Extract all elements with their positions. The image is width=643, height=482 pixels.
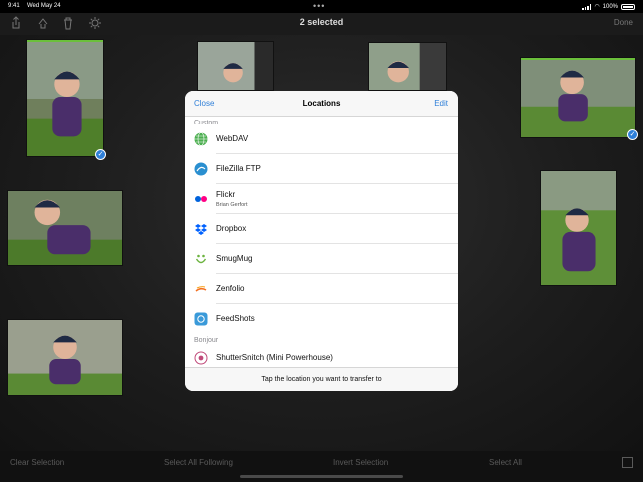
status-bar: 9:41 Wed May 24 ••• ◠ 100% bbox=[0, 0, 643, 13]
battery-icon bbox=[621, 3, 635, 10]
location-row-shuttersnitch[interactable]: ShutterSnitch (Mini Powerhouse) bbox=[185, 347, 458, 369]
modal-header: Close Locations Edit bbox=[185, 91, 458, 117]
dropbox-icon bbox=[195, 224, 207, 235]
location-row-webdav[interactable]: WebDAV bbox=[185, 124, 458, 154]
location-label: SmugMug bbox=[216, 254, 253, 263]
location-account: Brian Gerfort bbox=[216, 202, 248, 208]
location-label: FileZilla FTP bbox=[216, 164, 261, 173]
selected-checkmark-icon: ✓ bbox=[627, 129, 638, 140]
location-label: ShutterSnitch (Mini Powerhouse) bbox=[216, 353, 333, 362]
photo-thumbnail[interactable] bbox=[520, 57, 636, 138]
location-row-smugmug[interactable]: SmugMug bbox=[185, 244, 458, 274]
location-row-dropbox[interactable]: Dropbox bbox=[185, 214, 458, 244]
photo-thumbnail[interactable] bbox=[7, 190, 123, 266]
smugmug-icon bbox=[195, 254, 207, 264]
location-label: Dropbox bbox=[216, 224, 247, 233]
transfer-hint: Tap the location you want to transfer to bbox=[185, 367, 458, 391]
flickr-icon bbox=[195, 196, 207, 202]
home-indicator bbox=[240, 475, 403, 478]
photo-thumbnail[interactable] bbox=[368, 42, 447, 91]
location-row-zenfolio[interactable]: Zenfolio bbox=[185, 274, 458, 304]
shuttersnitch-icon bbox=[194, 351, 208, 365]
selection-indicator bbox=[521, 58, 635, 60]
webdav-globe-icon bbox=[194, 132, 208, 146]
location-row-flickr[interactable]: Flickr Brian Gerfort bbox=[185, 184, 458, 214]
edit-button[interactable]: Edit bbox=[434, 99, 448, 108]
selection-indicator bbox=[27, 40, 103, 42]
cellular-signal-icon bbox=[582, 3, 592, 10]
selected-checkmark-icon: ✓ bbox=[95, 149, 106, 160]
layout-toggle-icon[interactable] bbox=[622, 457, 633, 468]
location-label: Zenfolio bbox=[216, 284, 245, 293]
invert-selection-button[interactable]: Invert Selection bbox=[333, 458, 388, 467]
section-header-bonjour: Bonjour bbox=[194, 337, 219, 344]
select-all-button[interactable]: Select All bbox=[489, 458, 522, 467]
location-row-filezilla[interactable]: FileZilla FTP bbox=[185, 154, 458, 184]
bottom-toolbar: Clear Selection Select All Following Inv… bbox=[0, 451, 643, 482]
photo-thumbnail[interactable] bbox=[197, 41, 274, 91]
select-all-following-button[interactable]: Select All Following bbox=[164, 458, 233, 467]
filezilla-icon bbox=[194, 162, 208, 176]
location-label: WebDAV bbox=[216, 134, 249, 143]
status-date: Wed May 24 bbox=[27, 3, 61, 9]
selection-count-title: 2 selected bbox=[299, 17, 344, 27]
multitasking-dots-icon[interactable]: ••• bbox=[313, 1, 325, 11]
clear-selection-button[interactable]: Clear Selection bbox=[10, 458, 64, 467]
location-label: Flickr bbox=[216, 190, 236, 199]
done-button[interactable]: Done bbox=[614, 18, 633, 27]
photo-thumbnail[interactable] bbox=[26, 39, 104, 157]
zenfolio-icon bbox=[195, 286, 207, 292]
wifi-icon: ◠ bbox=[594, 4, 600, 10]
top-toolbar: 2 selected Done bbox=[0, 13, 643, 35]
battery-percent: 100% bbox=[602, 3, 618, 10]
photo-thumbnail[interactable] bbox=[540, 170, 617, 286]
location-row-feedshots[interactable]: FeedShots bbox=[185, 304, 458, 334]
modal-title: Locations bbox=[302, 99, 341, 108]
status-time: 9:41 bbox=[8, 3, 20, 9]
feedshots-icon bbox=[194, 312, 208, 326]
locations-modal: Close Locations Edit Custom WebDAV FileZ… bbox=[185, 91, 458, 391]
photo-thumbnail[interactable] bbox=[7, 319, 123, 396]
location-label: FeedShots bbox=[216, 314, 255, 323]
